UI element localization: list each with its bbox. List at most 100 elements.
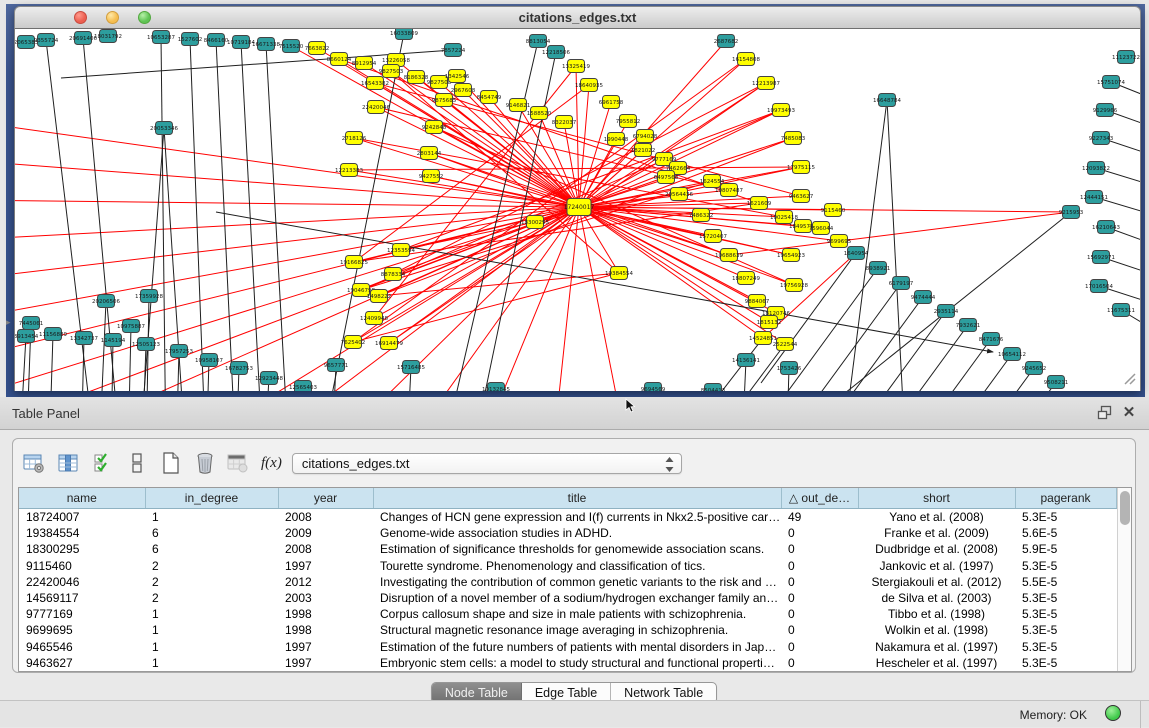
float-panel-icon[interactable] bbox=[1097, 405, 1113, 421]
graph-edge[interactable] bbox=[939, 368, 1034, 391]
table-cell[interactable]: 0 bbox=[781, 622, 858, 638]
graph-node[interactable]: 7625402 bbox=[341, 336, 366, 349]
network-graph[interactable]: 1724001720653839355724206914061803179210… bbox=[15, 29, 1141, 391]
graph-node[interactable]: 8938921 bbox=[866, 262, 891, 275]
table-cell[interactable]: 1997 bbox=[278, 639, 373, 655]
table-cell[interactable]: 5.3E-5 bbox=[1015, 639, 1116, 655]
graph-node[interactable]: 7485083 bbox=[781, 132, 806, 145]
graph-node[interactable]: 16648784 bbox=[873, 94, 901, 107]
graph-node[interactable]: 8454749 bbox=[477, 91, 502, 104]
show-columns-icon[interactable] bbox=[55, 449, 82, 477]
table-cell[interactable]: 19384554 bbox=[19, 525, 145, 541]
graph-node[interactable]: 11675311 bbox=[1107, 304, 1135, 317]
network-table-select[interactable]: citations_edges.txt bbox=[292, 453, 682, 474]
table-cell[interactable]: Investigating the contribution of common… bbox=[373, 574, 781, 590]
graph-node[interactable]: 19384554 bbox=[605, 267, 633, 280]
table-cell[interactable]: 2003 bbox=[278, 590, 373, 606]
table-cell[interactable]: 5.6E-5 bbox=[1015, 525, 1116, 541]
graph-node[interactable]: 6961758 bbox=[599, 96, 624, 109]
graph-node[interactable]: 17957253 bbox=[165, 345, 193, 358]
table-scrollbar[interactable] bbox=[1117, 488, 1132, 671]
table-cell[interactable]: 1 bbox=[145, 622, 278, 638]
graph-node[interactable]: 18031792 bbox=[94, 30, 122, 43]
graph-node[interactable]: 1815132 bbox=[757, 316, 782, 329]
graph-node[interactable]: 9884067 bbox=[745, 295, 770, 308]
table-cell[interactable]: 6 bbox=[145, 541, 278, 557]
graph-edge[interactable] bbox=[961, 382, 1056, 391]
table-scrollbar-thumb[interactable] bbox=[1120, 491, 1130, 525]
graph-edge[interactable] bbox=[828, 297, 923, 391]
column-header[interactable]: short bbox=[858, 488, 1015, 509]
graph-node[interactable]: 9215953 bbox=[1059, 206, 1084, 219]
graph-node[interactable]: 7445061 bbox=[19, 317, 44, 330]
graph-edge[interactable] bbox=[873, 325, 968, 391]
graph-node[interactable]: 16782753 bbox=[225, 362, 253, 375]
table-cell[interactable]: 1997 bbox=[278, 655, 373, 671]
graph-node[interactable]: 9146821 bbox=[506, 99, 531, 112]
graph-edge[interactable] bbox=[579, 207, 776, 313]
graph-node[interactable]: 1640954 bbox=[844, 247, 869, 260]
memory-status-icon[interactable] bbox=[1105, 705, 1121, 721]
table-cell[interactable]: 2008 bbox=[278, 541, 373, 557]
column-header[interactable]: pagerank bbox=[1015, 488, 1116, 509]
graph-node[interactable]: 16210643 bbox=[1092, 221, 1120, 234]
table-cell[interactable]: 49 bbox=[781, 509, 858, 526]
graph-node[interactable]: 8186328 bbox=[404, 71, 429, 84]
column-header[interactable]: title bbox=[373, 488, 781, 509]
table-cell[interactable]: Disruption of a novel member of a sodium… bbox=[373, 590, 781, 606]
table-cell[interactable]: 9463627 bbox=[19, 655, 145, 671]
table-row[interactable]: 1938455462009Genome-wide association stu… bbox=[19, 525, 1116, 541]
graph-node[interactable]: 12444151 bbox=[1080, 191, 1108, 204]
table-row[interactable]: 1872400712008Changes of HCN gene express… bbox=[19, 509, 1116, 526]
graph-edge[interactable] bbox=[161, 37, 166, 391]
table-cell[interactable]: 1 bbox=[145, 606, 278, 622]
table-cell[interactable]: 18724007 bbox=[19, 509, 145, 526]
graph-edge[interactable] bbox=[896, 339, 991, 391]
graph-node[interactable]: 7596044 bbox=[809, 222, 834, 235]
graph-node[interactable]: 9245652 bbox=[1022, 362, 1047, 375]
close-panel-icon[interactable]: ✕ bbox=[1121, 405, 1137, 421]
graph-edge[interactable] bbox=[353, 59, 746, 342]
column-header[interactable]: △ out_de… bbox=[781, 488, 858, 509]
table-cell[interactable]: Embryonic stem cells: a model to study s… bbox=[373, 655, 781, 671]
graph-node[interactable]: 13342737 bbox=[70, 332, 98, 345]
table-cell[interactable]: 2 bbox=[145, 558, 278, 574]
select-columns-icon[interactable] bbox=[89, 449, 116, 477]
graph-node[interactable]: 16671338 bbox=[252, 38, 280, 51]
graph-node[interactable]: 16033809 bbox=[390, 29, 418, 40]
graph-node[interactable]: 7857224 bbox=[441, 44, 466, 57]
table-cell[interactable]: Nakamura et al. (1997) bbox=[858, 639, 1015, 655]
graph-node[interactable]: 9474444 bbox=[911, 291, 936, 304]
network-window-titlebar[interactable]: citations_edges.txt bbox=[14, 6, 1141, 29]
graph-edge[interactable] bbox=[128, 326, 131, 391]
graph-node[interactable]: 9427552 bbox=[419, 170, 444, 183]
graph-node[interactable]: 7486322 bbox=[689, 209, 714, 222]
table-cell[interactable]: 5.9E-5 bbox=[1015, 541, 1116, 557]
table-cell[interactable]: 9115460 bbox=[19, 558, 145, 574]
table-cell[interactable]: 1 bbox=[145, 655, 278, 671]
table-cell[interactable]: Stergiakouli et al. (2012) bbox=[858, 574, 1015, 590]
graph-edge[interactable] bbox=[241, 42, 263, 391]
graph-node[interactable]: 2718126 bbox=[342, 132, 367, 145]
graph-node[interactable]: 9699695 bbox=[827, 235, 852, 248]
table-cell[interactable]: 1 bbox=[145, 509, 278, 526]
table-cell[interactable]: 6 bbox=[145, 525, 278, 541]
create-table-icon[interactable] bbox=[157, 449, 184, 477]
delete-table-icon[interactable] bbox=[191, 449, 218, 477]
table-cell[interactable]: 5.3E-5 bbox=[1015, 590, 1116, 606]
table-cell[interactable]: 9777169 bbox=[19, 606, 145, 622]
table-cell[interactable]: 9465546 bbox=[19, 639, 145, 655]
graph-node[interactable]: 11123722 bbox=[1112, 51, 1140, 64]
table-cell[interactable]: 0 bbox=[781, 525, 858, 541]
graph-node[interactable]: 17975115 bbox=[787, 161, 815, 174]
graph-node[interactable]: 9227343 bbox=[1089, 132, 1114, 145]
graph-edge[interactable] bbox=[375, 83, 579, 207]
graph-node[interactable]: 10688639 bbox=[715, 249, 743, 262]
graph-node[interactable]: 10958107 bbox=[195, 354, 223, 367]
table-cell[interactable]: 0 bbox=[781, 574, 858, 590]
graph-edge[interactable] bbox=[379, 273, 619, 296]
column-header[interactable]: year bbox=[278, 488, 373, 509]
column-header[interactable]: in_degree bbox=[145, 488, 278, 509]
table-row[interactable]: 946554611997Estimation of the future num… bbox=[19, 639, 1116, 655]
graph-node[interactable]: 1990448 bbox=[604, 133, 629, 146]
